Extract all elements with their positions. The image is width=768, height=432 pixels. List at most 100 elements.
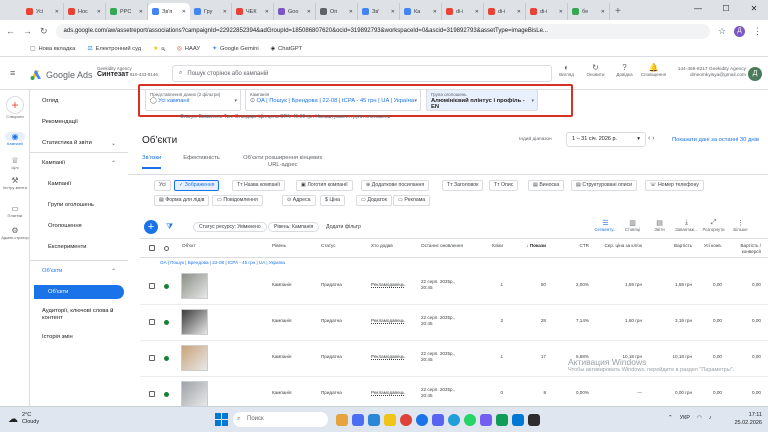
- discord-icon[interactable]: [432, 414, 444, 426]
- taskbar-search[interactable]: ⌕ Поиск: [233, 412, 328, 427]
- url-input[interactable]: ads.google.com/aw/assetreport/associatio…: [55, 23, 710, 39]
- view-selector[interactable]: Представлення даних (2 фільтри) ◯ Усі ка…: [145, 89, 241, 111]
- rail-billing[interactable]: ▭ Платежі: [0, 204, 30, 218]
- col-asset[interactable]: Об'єкт: [182, 243, 196, 249]
- close-icon[interactable]: ✕: [223, 9, 227, 15]
- col-status[interactable]: Статус: [321, 243, 336, 249]
- asset-image-thumbnail[interactable]: [181, 273, 208, 299]
- store-icon[interactable]: [368, 414, 380, 426]
- close-icon[interactable]: ✕: [517, 9, 521, 15]
- tab-performance[interactable]: Ефективність: [183, 155, 220, 169]
- asset-type-chip[interactable]: ⊙ Адреса: [282, 195, 316, 206]
- star-icon[interactable]: ☆: [718, 26, 726, 37]
- nav-assets[interactable]: Об'єкти: [34, 285, 124, 299]
- asset-type-chip[interactable]: Tт Заголовок: [442, 180, 484, 191]
- col-added-by[interactable]: Хто додав: [371, 243, 393, 249]
- tab-final-url-assets[interactable]: Об'єкти розширення кінцевих URL-адрес: [242, 155, 324, 169]
- nav-assets-group[interactable]: Об'єкти ⌃: [42, 268, 122, 275]
- cell-added-by[interactable]: Рекламодавець: [371, 318, 405, 324]
- maximize-icon[interactable]: ☐: [712, 0, 740, 18]
- asset-image-thumbnail[interactable]: [181, 381, 208, 407]
- rail-create[interactable]: + Створити: [0, 96, 30, 119]
- browser-tab[interactable]: Goo ✕: [274, 3, 316, 20]
- table-row[interactable]: Кампанія Придатна Рекламодавець 22 серп. 20…: [140, 269, 768, 305]
- new-tab-button[interactable]: +: [610, 4, 626, 20]
- viber-icon[interactable]: [480, 414, 492, 426]
- menu-icon[interactable]: ⋮: [753, 26, 762, 37]
- bookmark-item[interactable]: ✦ Google Gemini: [212, 46, 259, 52]
- appearance-button[interactable]: ◐ Вигляд: [556, 63, 577, 77]
- select-all-checkbox[interactable]: [149, 245, 155, 251]
- search-box[interactable]: ⌕ Пошук сторінок або кампаній: [172, 65, 552, 82]
- campaign-group-row[interactable]: OA | Пошук | Брендова | 22-08 | tCPA - 4…: [160, 260, 285, 265]
- nav-experiments[interactable]: Експерименти: [48, 244, 128, 250]
- cell-added-by[interactable]: Рекламодавець: [371, 282, 405, 288]
- row-checkbox[interactable]: [149, 283, 155, 289]
- rail-goals[interactable]: ♕ Цілі: [0, 156, 30, 170]
- col-all-conv[interactable]: Усі конв.: [694, 243, 722, 249]
- col-avg-cpc[interactable]: Сер. ціна за кл/ок: [592, 243, 642, 249]
- minimize-icon[interactable]: —: [684, 0, 712, 18]
- table-row[interactable]: Кампанія Придатна Рекламодавець 22 серп. 20…: [140, 305, 768, 341]
- close-icon[interactable]: ✕: [475, 9, 479, 15]
- nav-campaigns-group[interactable]: Кампанії ⌃: [42, 160, 122, 167]
- telegram-icon[interactable]: [448, 414, 460, 426]
- close-icon[interactable]: ✕: [55, 9, 59, 15]
- nav-ads[interactable]: Оголошення: [48, 223, 128, 229]
- chevron-right-icon[interactable]: ›: [652, 135, 654, 142]
- asset-type-chip[interactable]: $ Ціна: [320, 195, 346, 206]
- cell-added-by[interactable]: Рекламодавець: [371, 354, 405, 360]
- close-icon[interactable]: ✕: [139, 9, 143, 15]
- rail-admin[interactable]: ⚙ Адміні-стратор: [0, 226, 30, 240]
- close-icon[interactable]: ✕: [182, 9, 186, 15]
- browser-tab[interactable]: Ноc ✕: [64, 3, 106, 20]
- outlook-icon[interactable]: [512, 414, 524, 426]
- adgroup-selector[interactable]: Група оголошень Алюмінієвий плінтус і пр…: [426, 89, 538, 111]
- browser-tab[interactable]: Ка ✕: [400, 3, 442, 20]
- forward-icon[interactable]: →: [23, 26, 32, 36]
- columns-button[interactable]: ▥ Стовпці: [623, 219, 642, 232]
- download-button[interactable]: ⤓ Завантаж...: [675, 219, 698, 232]
- refresh-button[interactable]: ↻ Оновити: [585, 63, 606, 77]
- bookmark-item[interactable]: ▢ Нова вкладка: [30, 46, 75, 52]
- bookmark-item[interactable]: ⚖ Електронний суд: [87, 46, 141, 52]
- date-nav[interactable]: ‹ ›: [648, 135, 655, 142]
- asset-type-chip[interactable]: Усі: [154, 180, 171, 191]
- edge-icon[interactable]: [416, 414, 428, 426]
- browser-tab[interactable]: Зв'я ✕: [148, 3, 190, 20]
- back-icon[interactable]: ←: [6, 26, 15, 36]
- wifi-icon[interactable]: ◠: [697, 415, 702, 421]
- chrome-icon[interactable]: [400, 414, 412, 426]
- add-filter-button[interactable]: Додати фільтр: [326, 224, 361, 230]
- date-range-picker[interactable]: 1 – 31 січ. 2026 р. ▾: [566, 132, 646, 147]
- nav-overview[interactable]: Огляд: [42, 98, 122, 104]
- col-impressions[interactable]: ↓ Покази: [514, 243, 546, 249]
- row-checkbox[interactable]: [149, 355, 155, 361]
- volume-icon[interactable]: ♪: [709, 415, 712, 421]
- expand-button[interactable]: ⤢ Розгорнути: [702, 219, 724, 232]
- chevron-up-icon[interactable]: ⌃: [668, 415, 673, 421]
- browser-tab[interactable]: бе ✕: [568, 3, 610, 20]
- close-icon[interactable]: ✕: [433, 9, 437, 15]
- asset-type-chip[interactable]: ▤ Виноска: [528, 180, 565, 191]
- explorer-icon[interactable]: [336, 414, 348, 426]
- more-button[interactable]: ⋮ Більше: [731, 219, 750, 232]
- reports-button[interactable]: ▤ Звіти: [650, 219, 669, 232]
- weather-widget[interactable]: ☁ 2°C Cloudy: [8, 412, 39, 426]
- col-clicks[interactable]: Кліки: [475, 243, 503, 249]
- close-icon[interactable]: ✕: [265, 9, 269, 15]
- row-checkbox[interactable]: [149, 319, 155, 325]
- browser-tab[interactable]: di-i ✕: [484, 3, 526, 20]
- add-asset-button[interactable]: +: [144, 220, 158, 234]
- asset-type-chip[interactable]: ▣ Логотип компанії: [296, 180, 353, 191]
- nav-recommendations[interactable]: Рекомендації: [42, 119, 122, 125]
- browser-tab[interactable]: ЧЕК ✕: [232, 3, 274, 20]
- asset-type-chip[interactable]: Tт Назва компанії: [232, 180, 285, 191]
- account-switcher[interactable]: Geekidity Agency Синтезат 810-433-9146: [97, 66, 158, 78]
- folder-icon[interactable]: [384, 414, 396, 426]
- asset-type-chip[interactable]: ▤ Структуровані описи: [571, 180, 638, 191]
- col-ctr[interactable]: CTR: [559, 243, 589, 249]
- close-icon[interactable]: ✕: [740, 0, 768, 18]
- asset-type-chip[interactable]: ▭ Реклама: [393, 195, 431, 206]
- rail-tools[interactable]: ⚒ Інстру-менти: [0, 176, 30, 190]
